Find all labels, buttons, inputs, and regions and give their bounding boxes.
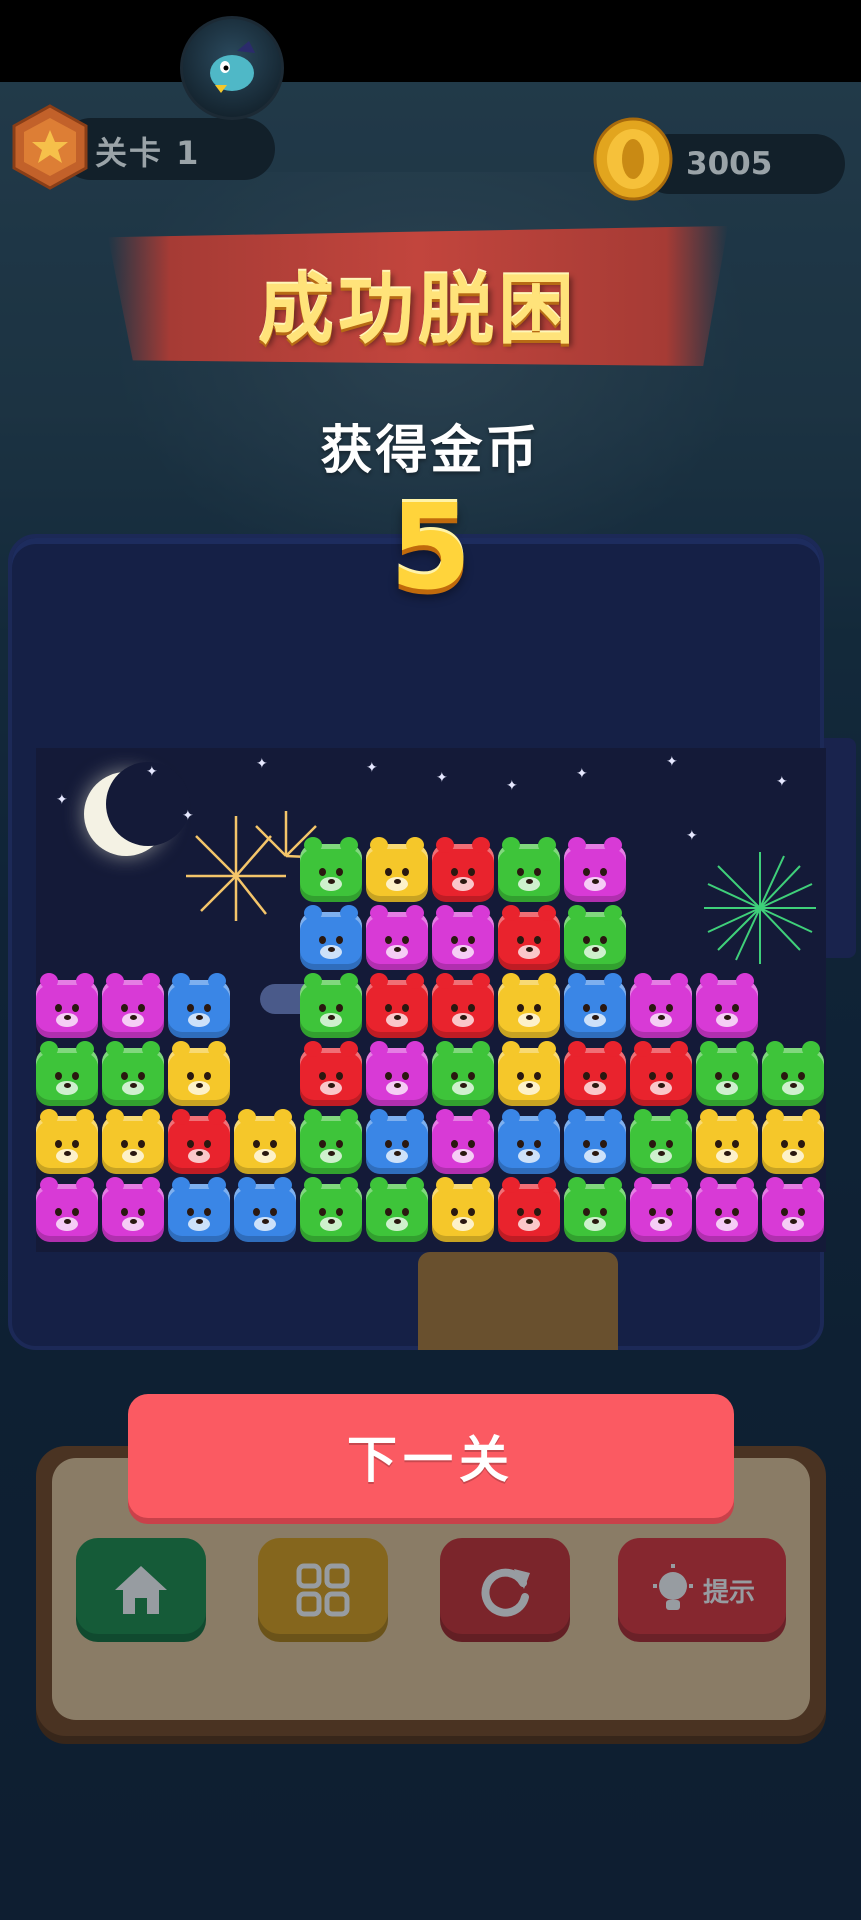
green-bear-block[interactable] [300, 1109, 362, 1174]
pink-bear-block[interactable] [366, 1041, 428, 1106]
star-icon: ✦ [366, 760, 378, 776]
green-bear-block[interactable] [564, 905, 626, 970]
firework-green-icon [704, 852, 816, 964]
star-badge-icon [10, 104, 90, 190]
green-bear-block[interactable] [630, 1109, 692, 1174]
reward-amount: 5 [389, 478, 472, 616]
pink-bear-block[interactable] [432, 1109, 494, 1174]
green-bear-block[interactable] [300, 973, 362, 1038]
star-icon: ✦ [776, 774, 788, 790]
red-bear-block[interactable] [300, 1041, 362, 1106]
star-icon: ✦ [506, 778, 518, 794]
yellow-bear-block[interactable] [762, 1109, 824, 1174]
home-button[interactable] [76, 1538, 206, 1642]
hint-label: 提示 [702, 1577, 755, 1608]
pink-bear-block[interactable] [432, 905, 494, 970]
red-bear-block[interactable] [432, 837, 494, 902]
red-bear-block[interactable] [432, 973, 494, 1038]
pink-bear-block[interactable] [366, 905, 428, 970]
restart-button[interactable] [440, 1538, 570, 1642]
yellow-bear-block[interactable] [498, 1041, 560, 1106]
green-bear-block[interactable] [564, 1177, 626, 1242]
green-bear-block[interactable] [696, 1041, 758, 1106]
night-sky-playfield: ✦ ✦ ✦ ✦ ✦ ✦ ✦ ✦ ✦ ✦ ✦ [36, 748, 826, 1252]
result-title: 成功脱困 [258, 265, 578, 354]
pink-bear-block[interactable] [762, 1177, 824, 1242]
hint-button[interactable]: 提示 [618, 1538, 786, 1642]
blue-bear-block[interactable] [564, 973, 626, 1038]
coin-count: 3005 [686, 146, 773, 182]
blue-bear-block[interactable] [498, 1109, 560, 1174]
board-side-tab [824, 738, 856, 958]
pink-bear-block[interactable] [696, 1177, 758, 1242]
blue-bear-block[interactable] [234, 1177, 296, 1242]
lightbulb-icon [652, 1564, 693, 1610]
home-icon [115, 1566, 167, 1614]
board-exit-slot [418, 1252, 618, 1350]
red-bear-block[interactable] [630, 1041, 692, 1106]
star-icon: ✦ [256, 756, 268, 772]
green-bear-block[interactable] [762, 1041, 824, 1106]
yellow-bear-block[interactable] [432, 1177, 494, 1242]
yellow-bear-block[interactable] [102, 1109, 164, 1174]
status-bar [0, 0, 861, 82]
reward-label: 获得金币 [320, 421, 541, 481]
green-bear-block[interactable] [36, 1041, 98, 1106]
dragon-avatar-icon[interactable] [180, 16, 284, 120]
star-icon: ✦ [436, 770, 448, 786]
yellow-bear-block[interactable] [498, 973, 560, 1038]
level-select-button[interactable] [258, 1538, 388, 1642]
blue-bear-block[interactable] [168, 973, 230, 1038]
grid-icon [296, 1563, 350, 1617]
blue-bear-block[interactable] [300, 905, 362, 970]
level-label: 关卡 1 [95, 134, 201, 172]
pink-bear-block[interactable] [630, 973, 692, 1038]
red-bear-block[interactable] [498, 1177, 560, 1242]
red-bear-block[interactable] [564, 1041, 626, 1106]
yellow-bear-block[interactable] [168, 1041, 230, 1106]
green-bear-block[interactable] [300, 837, 362, 902]
pink-bear-block[interactable] [36, 1177, 98, 1242]
next-level-button[interactable]: 下一关 [128, 1394, 734, 1518]
star-icon: ✦ [56, 792, 68, 808]
gold-coin-icon [592, 116, 674, 202]
star-icon: ✦ [686, 828, 698, 844]
refresh-icon [481, 1568, 530, 1617]
green-bear-block[interactable] [498, 837, 560, 902]
yellow-bear-block[interactable] [234, 1109, 296, 1174]
red-bear-block[interactable] [498, 905, 560, 970]
green-bear-block[interactable] [432, 1041, 494, 1106]
green-bear-block[interactable] [300, 1177, 362, 1242]
green-bear-block[interactable] [102, 1041, 164, 1106]
pink-bear-block[interactable] [36, 973, 98, 1038]
star-icon: ✦ [666, 754, 678, 770]
yellow-bear-block[interactable] [366, 837, 428, 902]
yellow-bear-block[interactable] [696, 1109, 758, 1174]
blue-bear-block[interactable] [564, 1109, 626, 1174]
yellow-bear-block[interactable] [36, 1109, 98, 1174]
pink-bear-block[interactable] [564, 837, 626, 902]
star-icon: ✦ [576, 766, 588, 782]
star-icon: ✦ [146, 764, 158, 780]
green-bear-block[interactable] [366, 1177, 428, 1242]
pink-bear-block[interactable] [102, 973, 164, 1038]
blue-bear-block[interactable] [168, 1177, 230, 1242]
pink-bear-block[interactable] [102, 1177, 164, 1242]
red-bear-block[interactable] [168, 1109, 230, 1174]
pink-bear-block[interactable] [630, 1177, 692, 1242]
pink-bear-block[interactable] [696, 973, 758, 1038]
blue-bear-block[interactable] [366, 1109, 428, 1174]
red-bear-block[interactable] [366, 973, 428, 1038]
